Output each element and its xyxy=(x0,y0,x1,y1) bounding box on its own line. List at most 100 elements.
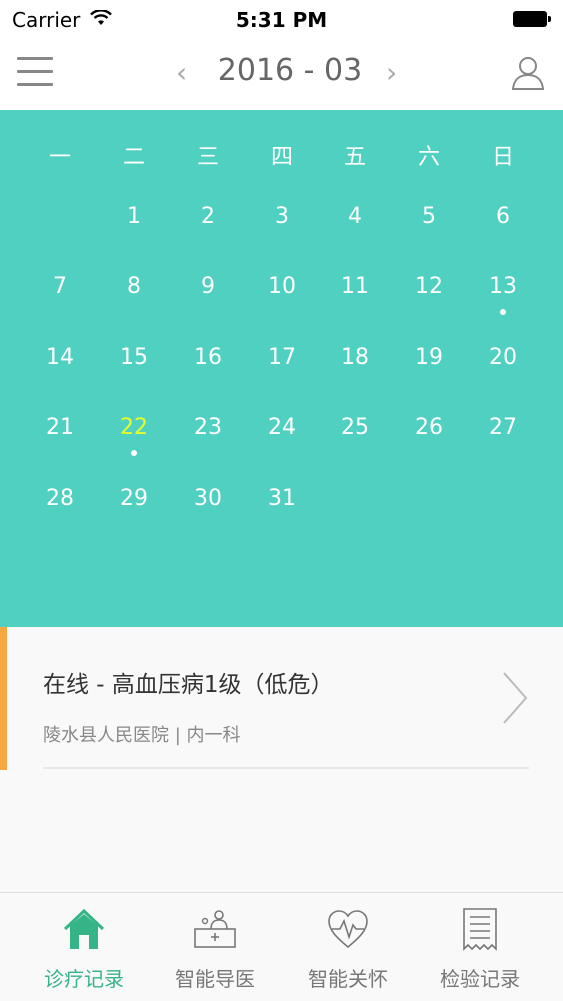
user-profile-icon[interactable] xyxy=(510,54,546,90)
day-cell[interactable]: 15 xyxy=(97,338,171,378)
day-number: 17 xyxy=(268,345,296,370)
day-cell[interactable]: 26 xyxy=(392,408,466,448)
day-number: 19 xyxy=(415,345,443,370)
day-number: 8 xyxy=(127,274,141,299)
tab-label: 智能关怀 xyxy=(308,967,388,991)
tab-diagnosis-records[interactable]: 诊疗记录 xyxy=(14,893,154,1001)
day-cell[interactable]: 9 xyxy=(171,267,245,307)
day-cell[interactable]: 28 xyxy=(23,479,97,519)
day-cell[interactable]: 13 xyxy=(466,267,540,315)
prev-month-button[interactable]: ‹ xyxy=(176,56,187,89)
day-number: 11 xyxy=(341,274,369,299)
record-accent-bar xyxy=(0,627,7,770)
day-cell[interactable]: 6 xyxy=(466,197,540,237)
day-number: 22 xyxy=(120,415,148,440)
day-cell[interactable]: 24 xyxy=(245,408,319,448)
day-number: 5 xyxy=(422,204,436,229)
day-number: 15 xyxy=(120,345,148,370)
nav-bar: ‹ 2016 - 03 › xyxy=(0,40,563,110)
month-title: 2016 - 03 xyxy=(217,53,363,88)
hamburger-menu-icon[interactable] xyxy=(17,57,53,87)
weekday-label: 二 xyxy=(122,145,145,170)
day-cell[interactable]: 18 xyxy=(318,338,392,378)
tab-smart-guide[interactable]: 智能导医 xyxy=(145,893,285,1001)
calendar-grid: 一二三四五六日 1 2 3 4 5 6 7 8 9 10 11 12 13 14 15 16 17 18 19 20 21… xyxy=(0,110,563,627)
day-number: 26 xyxy=(415,415,443,440)
day-number: 14 xyxy=(46,345,74,370)
day-cell[interactable]: 2 xyxy=(171,197,245,237)
day-number: 20 xyxy=(489,345,517,370)
day-cell[interactable]: 12 xyxy=(392,267,466,307)
day-cell[interactable]: 3 xyxy=(245,197,319,237)
day-cell[interactable]: 14 xyxy=(23,338,97,378)
day-number: 18 xyxy=(341,345,369,370)
tab-label: 诊疗记录 xyxy=(44,967,124,991)
weekday-label: 四 xyxy=(270,145,293,170)
day-cell[interactable]: 1 xyxy=(97,197,171,237)
day-number: 23 xyxy=(194,415,222,440)
week-row: 28 29 30 31 xyxy=(0,479,563,519)
day-number: 1 xyxy=(127,204,141,229)
day-cell[interactable]: 23 xyxy=(171,408,245,448)
day-number: 27 xyxy=(489,415,517,440)
day-cell[interactable]: 4 xyxy=(318,197,392,237)
day-number: 3 xyxy=(275,204,289,229)
record-title: 在线 - 高血压病1级（低危） xyxy=(43,672,334,698)
day-number: 10 xyxy=(268,274,296,299)
day-cell[interactable]: 8 xyxy=(97,267,171,307)
weekday-label: 三 xyxy=(196,145,219,170)
day-number: 30 xyxy=(194,486,222,511)
weekday-label: 六 xyxy=(417,145,440,170)
record-subtitle: 陵水县人民医院 | 内一科 xyxy=(43,725,241,746)
battery-icon xyxy=(513,11,551,27)
day-cell[interactable]: 17 xyxy=(245,338,319,378)
heart-pulse-icon xyxy=(328,910,368,949)
day-cell[interactable]: 21 xyxy=(23,408,97,448)
lab-report-icon xyxy=(463,908,497,951)
day-cell[interactable]: 27 xyxy=(466,408,540,448)
day-number: 28 xyxy=(46,486,74,511)
day-number: 12 xyxy=(415,274,443,299)
day-cell[interactable]: 20 xyxy=(466,338,540,378)
home-icon xyxy=(63,908,105,949)
divider xyxy=(43,767,529,769)
record-card[interactable]: 在线 - 高血压病1级（低危） 陵水县人民医院 | 内一科 xyxy=(0,627,563,770)
day-cell[interactable]: 10 xyxy=(245,267,319,307)
chevron-right-icon[interactable] xyxy=(501,671,529,725)
next-month-button[interactable]: › xyxy=(386,56,397,89)
tab-label: 检验记录 xyxy=(440,967,520,991)
tab-lab-records[interactable]: 检验记录 xyxy=(410,893,550,1001)
tab-smart-care[interactable]: 智能关怀 xyxy=(278,893,418,1001)
week-row: 1 2 3 4 5 6 xyxy=(0,197,563,237)
day-cell[interactable]: 11 xyxy=(318,267,392,307)
day-cell[interactable]: 7 xyxy=(23,267,97,307)
day-number: 31 xyxy=(268,486,296,511)
day-cell[interactable]: 19 xyxy=(392,338,466,378)
event-dot-indicator xyxy=(500,309,506,315)
tab-label: 智能导医 xyxy=(175,967,255,991)
day-cell[interactable]: 29 xyxy=(97,479,171,519)
day-number: 13 xyxy=(489,274,517,299)
day-cell-selected[interactable]: 22 xyxy=(97,408,171,456)
day-cell[interactable]: 30 xyxy=(171,479,245,519)
day-cell[interactable]: 25 xyxy=(318,408,392,448)
day-cell[interactable]: 5 xyxy=(392,197,466,237)
doctor-desk-icon xyxy=(194,910,236,948)
day-number: 16 xyxy=(194,345,222,370)
tab-bar: 诊疗记录 智能导医 智能关怀 检验记录 xyxy=(0,892,563,1001)
day-number: 9 xyxy=(201,274,215,299)
day-number: 29 xyxy=(120,486,148,511)
weekday-label: 五 xyxy=(343,145,366,170)
week-row: 14 15 16 17 18 19 20 xyxy=(0,338,563,378)
day-number: 7 xyxy=(53,274,67,299)
day-number: 4 xyxy=(348,204,362,229)
clock: 5:31 PM xyxy=(235,8,328,32)
day-number: 25 xyxy=(341,415,369,440)
week-row: 7 8 9 10 11 12 13 xyxy=(0,267,563,315)
day-cell[interactable]: 31 xyxy=(245,479,319,519)
day-cell[interactable]: 16 xyxy=(171,338,245,378)
weekday-header: 一二三四五六日 xyxy=(0,138,563,178)
status-bar: Carrier 5:31 PM xyxy=(0,0,563,40)
day-number: 24 xyxy=(268,415,296,440)
day-number: 2 xyxy=(201,204,215,229)
